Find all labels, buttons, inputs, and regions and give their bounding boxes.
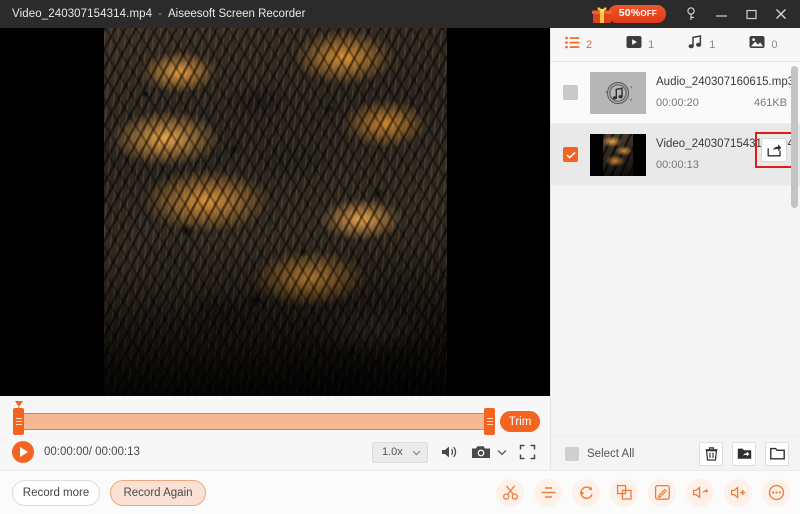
title-separator: - bbox=[152, 8, 168, 20]
file-duration: 00:00:20 bbox=[656, 97, 699, 109]
trim-button[interactable]: Trim bbox=[500, 411, 540, 432]
fullscreen-icon[interactable] bbox=[519, 444, 536, 460]
volume-icon[interactable] bbox=[440, 444, 459, 460]
image-icon bbox=[749, 35, 765, 54]
tab-all-count: 2 bbox=[586, 39, 592, 51]
audio-thumbnail bbox=[590, 72, 646, 114]
time-display: 00:00:00/ 00:00:13 bbox=[44, 446, 140, 458]
video-icon bbox=[626, 35, 642, 54]
panel-action-buttons bbox=[699, 442, 800, 466]
file-panel: 2 1 1 bbox=[550, 28, 800, 470]
open-folder-icon[interactable] bbox=[765, 442, 789, 466]
playback-controls: 00:00:00/ 00:00:13 1.0x bbox=[0, 434, 550, 470]
title-bar: Video_240307154314.mp4 - Aiseesoft Scree… bbox=[0, 0, 800, 28]
window-file-name: Video_240307154314.mp4 bbox=[0, 8, 152, 20]
chevron-down-icon bbox=[412, 443, 427, 461]
trim-track-row: Trim bbox=[0, 408, 550, 434]
gift-icon bbox=[591, 5, 613, 24]
file-list[interactable]: Audio_240307160615.mp3 00:00:20 461KB bbox=[551, 62, 800, 436]
screen-recorder-window: Video_240307154314.mp4 - Aiseesoft Scree… bbox=[0, 0, 800, 514]
playback-area: Trim 00:00:00/ 00:00:13 1.0x bbox=[0, 396, 550, 470]
file-duration: 00:00:13 bbox=[656, 159, 699, 171]
music-icon bbox=[688, 35, 703, 54]
list-item[interactable]: Video_240307154314.mp4 00:00:13 bbox=[551, 124, 800, 186]
file-info: Audio_240307160615.mp3 00:00:20 461KB bbox=[656, 76, 800, 109]
playhead-marker[interactable] bbox=[14, 401, 23, 413]
tab-video[interactable]: 1 bbox=[626, 28, 654, 62]
volume-plus-icon[interactable] bbox=[724, 479, 752, 507]
panel-tabs: 2 1 1 bbox=[551, 28, 800, 62]
camera-chevron-down-icon[interactable] bbox=[497, 449, 507, 456]
list-icon bbox=[565, 36, 580, 54]
speed-value: 1.0x bbox=[373, 446, 403, 458]
play-icon[interactable] bbox=[12, 441, 34, 463]
delete-icon[interactable] bbox=[699, 442, 723, 466]
record-again-button[interactable]: Record Again bbox=[110, 480, 206, 506]
tab-all[interactable]: 2 bbox=[565, 28, 592, 62]
video-thumbnail bbox=[590, 134, 646, 176]
split-icon[interactable] bbox=[534, 479, 562, 507]
audio-effect-icon[interactable] bbox=[686, 479, 714, 507]
record-more-button[interactable]: Record more bbox=[12, 480, 100, 506]
edit-icon[interactable] bbox=[648, 479, 676, 507]
scissors-icon[interactable] bbox=[496, 479, 524, 507]
rotate-icon[interactable] bbox=[572, 479, 600, 507]
share-icon[interactable] bbox=[761, 138, 787, 162]
video-preview bbox=[104, 28, 447, 396]
video-preview-shadows bbox=[104, 28, 447, 396]
promo-percent: 50% bbox=[619, 7, 641, 19]
video-player[interactable] bbox=[0, 28, 550, 396]
file-meta: 00:00:20 461KB bbox=[656, 97, 800, 109]
merge-icon[interactable] bbox=[610, 479, 638, 507]
list-item[interactable]: Audio_240307160615.mp3 00:00:20 461KB bbox=[551, 62, 800, 124]
file-name: Audio_240307160615.mp3 bbox=[656, 76, 800, 88]
promo-badge[interactable]: 50%OFF bbox=[591, 5, 666, 24]
promo-label: 50%OFF bbox=[608, 5, 666, 23]
camera-icon[interactable] bbox=[471, 444, 491, 460]
panel-action-bar: Select All bbox=[551, 436, 800, 470]
more-icon[interactable] bbox=[762, 479, 790, 507]
speed-select[interactable]: 1.0x bbox=[372, 442, 428, 463]
maximize-icon[interactable] bbox=[736, 0, 766, 28]
file-checkbox[interactable] bbox=[563, 147, 578, 162]
minimize-icon[interactable] bbox=[706, 0, 736, 28]
tab-audio-count: 1 bbox=[709, 39, 715, 51]
file-list-scrollbar[interactable] bbox=[791, 66, 798, 208]
playback-right-controls: 1.0x bbox=[372, 442, 550, 463]
close-icon[interactable] bbox=[766, 0, 796, 28]
share-folder-icon[interactable] bbox=[732, 442, 756, 466]
trim-track[interactable] bbox=[18, 413, 490, 430]
bottom-toolbar: Record more Record Again bbox=[0, 470, 800, 514]
select-all-checkbox[interactable] bbox=[565, 447, 579, 461]
file-checkbox[interactable] bbox=[563, 85, 578, 100]
tab-image-count: 0 bbox=[771, 39, 777, 51]
edit-tool-row bbox=[496, 479, 800, 507]
tab-video-count: 1 bbox=[648, 39, 654, 51]
promo-off: OFF bbox=[640, 9, 657, 18]
app-name: Aiseesoft Screen Recorder bbox=[168, 8, 305, 20]
tab-audio[interactable]: 1 bbox=[688, 28, 715, 62]
trim-handle-right[interactable] bbox=[484, 408, 495, 435]
window-controls: 50%OFF bbox=[591, 0, 800, 28]
select-all-label: Select All bbox=[587, 448, 634, 460]
tab-image[interactable]: 0 bbox=[749, 28, 777, 62]
key-icon[interactable] bbox=[676, 0, 706, 28]
